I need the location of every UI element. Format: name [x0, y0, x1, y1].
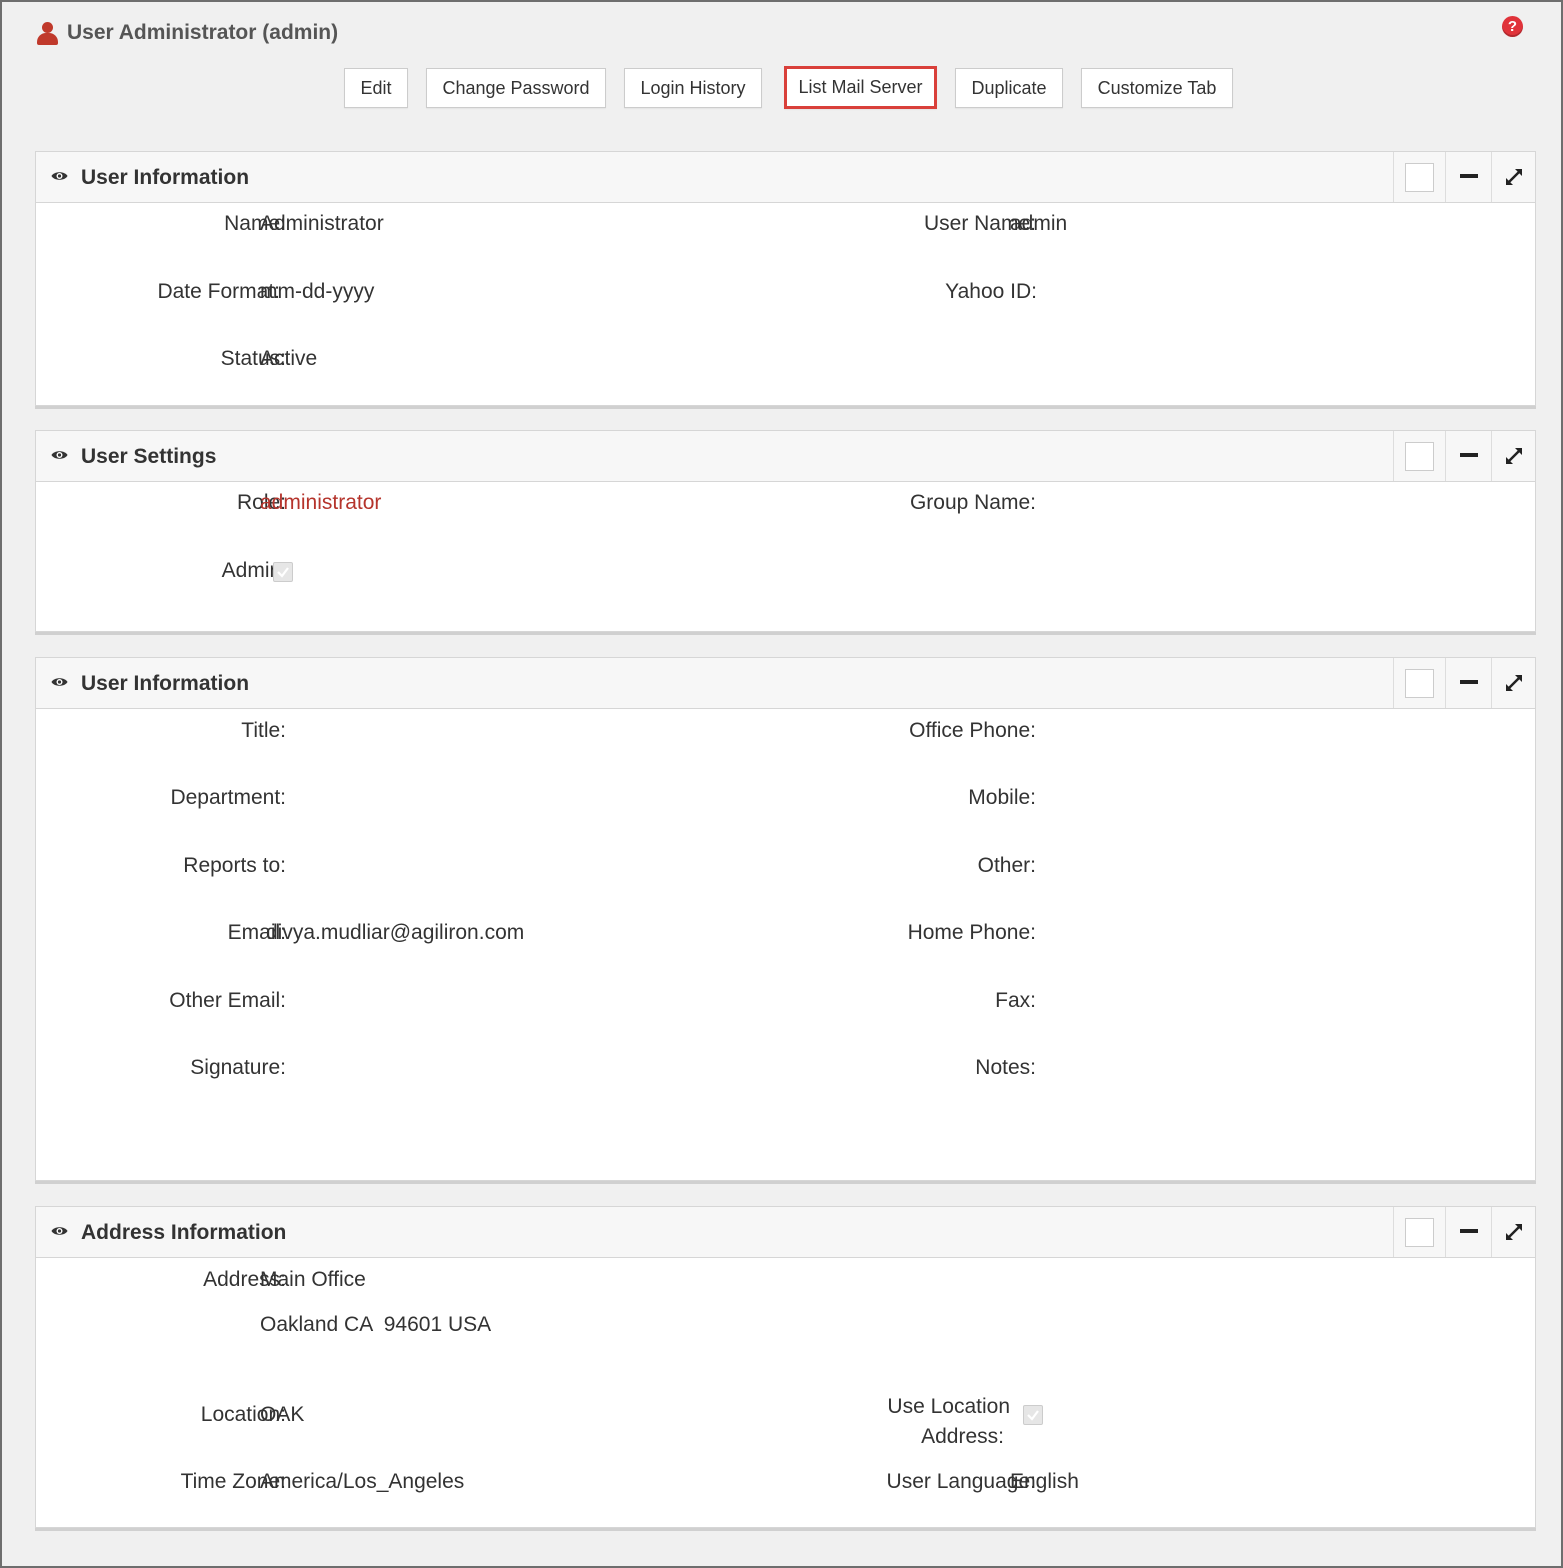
user-language-label: User Language: — [886, 1470, 1036, 1493]
panel-toggle-box[interactable] — [1393, 658, 1445, 708]
page-header: User Administrator (admin) — [36, 16, 338, 50]
panel-header: User Information — [36, 152, 1535, 203]
mobile-label: Mobile: — [968, 786, 1036, 809]
home-phone-label: Home Phone: — [907, 921, 1036, 944]
minus-icon[interactable] — [1445, 1207, 1491, 1257]
minus-icon[interactable] — [1445, 658, 1491, 708]
panel-toggle-box[interactable] — [1393, 152, 1445, 202]
eye-icon[interactable] — [51, 449, 68, 461]
customize-tab-button[interactable]: Customize Tab — [1081, 68, 1233, 108]
expand-icon[interactable] — [1491, 658, 1536, 708]
change-password-button[interactable]: Change Password — [426, 68, 606, 108]
panel-title: Address Information — [81, 1221, 287, 1244]
address-line-2: Oakland CA 94601 USA — [260, 1313, 492, 1336]
minus-icon[interactable] — [1445, 431, 1491, 481]
admin-checkbox[interactable] — [273, 562, 293, 582]
page-title: User Administrator (admin) — [67, 21, 339, 44]
address-label: Address: — [203, 1268, 286, 1291]
office-phone-label: Office Phone: — [909, 719, 1036, 742]
use-location-label-line2: Address: — [921, 1425, 1004, 1448]
panel-header: User Settings — [36, 431, 1535, 482]
duplicate-button[interactable]: Duplicate — [955, 68, 1063, 108]
status-label: Status: — [220, 347, 286, 370]
panel-header: Address Information — [36, 1207, 1535, 1258]
edit-button[interactable]: Edit — [344, 68, 408, 108]
app-frame: User Administrator (admin) ? Edit Change… — [0, 0, 1563, 1568]
eye-icon[interactable] — [51, 1225, 68, 1237]
user-icon — [36, 20, 58, 46]
address-line-1: Main Office — [260, 1268, 366, 1291]
eye-icon[interactable] — [51, 170, 68, 182]
expand-icon[interactable] — [1491, 1207, 1536, 1257]
login-history-button[interactable]: Login History — [624, 68, 762, 108]
fax-label: Fax: — [995, 989, 1036, 1012]
username-value: admin — [1010, 212, 1068, 235]
use-location-label-line1: Use Location — [887, 1395, 1010, 1418]
group-name-label: Group Name: — [909, 491, 1036, 514]
expand-icon[interactable] — [1491, 431, 1536, 481]
status-value: Active — [260, 347, 318, 370]
panel-toggle-box[interactable] — [1393, 1207, 1445, 1257]
list-mail-server-button[interactable]: List Mail Server — [784, 66, 937, 109]
panel-address-information: Address Information Address: Main Office… — [35, 1206, 1536, 1528]
admin-label: Admin: — [221, 559, 287, 582]
panel-title: User Information — [81, 166, 250, 189]
panel-toggle-box[interactable] — [1393, 431, 1445, 481]
panel-header: User Information — [36, 658, 1535, 709]
panel-user-contact-information: User Information Title: Office Phone: De… — [35, 657, 1536, 1181]
yahoo-id-label: Yahoo ID: — [945, 280, 1037, 303]
help-icon[interactable]: ? — [1502, 16, 1523, 37]
use-location-checkbox[interactable] — [1023, 1405, 1043, 1425]
expand-icon[interactable] — [1491, 152, 1536, 202]
panel-title: User Settings — [81, 445, 217, 468]
username-label: User Name: — [923, 212, 1036, 235]
panel-user-information: User Information Name: Administrator Use… — [35, 151, 1536, 406]
minus-icon[interactable] — [1445, 152, 1491, 202]
toolbar: Edit Change Password Login History List … — [2, 66, 1563, 109]
user-language-value: English — [1010, 1470, 1079, 1493]
panel-title: User Information — [81, 672, 250, 695]
other-label: Other: — [977, 854, 1036, 877]
eye-icon[interactable] — [51, 676, 68, 688]
notes-label: Notes: — [975, 1056, 1036, 1079]
panel-user-settings: User Settings Role: administrator Group … — [35, 430, 1536, 632]
